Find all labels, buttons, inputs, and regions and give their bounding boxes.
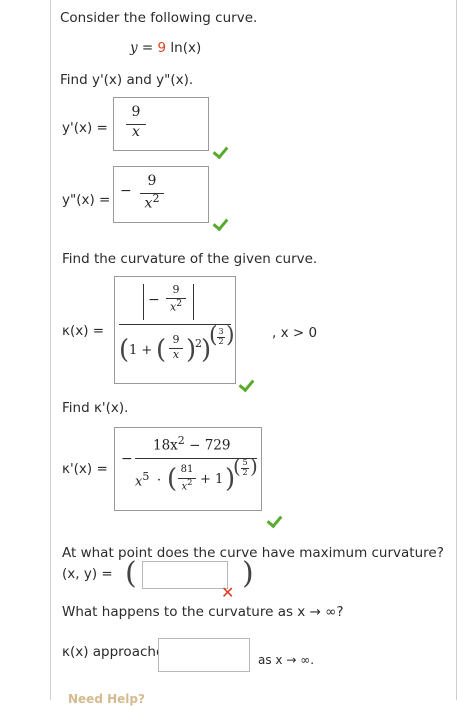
curve-function: ln(x) <box>166 40 202 56</box>
correct-check-icon <box>214 218 230 230</box>
y-double-prime-label: y"(x) = <box>62 192 111 208</box>
kappa-prime-label: κ'(x) = <box>62 461 108 477</box>
correct-check-icon <box>240 379 256 391</box>
y-double-prime-answer-box[interactable]: − 9 x2 <box>113 166 209 223</box>
kappa-label: κ(x) = <box>62 323 105 339</box>
kappa-answer-box[interactable]: − 9 x2 ( 1 + ( 9 x ) 2 ) ( 3 2 ) <box>114 276 236 384</box>
kappa-den-frac-den: x <box>172 348 180 361</box>
close-paren: ) <box>242 556 254 591</box>
y-prime-answer-box[interactable]: 9 x <box>113 97 209 151</box>
curve-coefficient: 9 <box>157 40 167 56</box>
kappa-prime-den-frac-num: 81 <box>180 464 194 475</box>
correct-check-icon <box>268 515 284 527</box>
infinity-prompt: What happens to the curvature as x → ∞? <box>62 604 344 620</box>
need-help-button[interactable]: Need Help? <box>68 692 145 706</box>
curvature-prompt: Find the curvature of the given curve. <box>62 251 318 267</box>
curve-lhs: y = <box>130 40 158 56</box>
curve-equation: y = 9 ln(x) <box>130 40 201 56</box>
kappa-num-exponent: 2 <box>176 298 183 309</box>
approach-input[interactable] <box>158 638 250 672</box>
point-label: (x, y) = <box>62 566 113 582</box>
open-paren: ( <box>125 556 137 591</box>
kappa-prime-num-term: 18x <box>153 437 178 454</box>
y-double-prime-numerator: 9 <box>147 173 157 189</box>
domain-note: , x > 0 <box>272 325 318 341</box>
y-prime-label: y'(x) = <box>62 120 108 136</box>
y-prime-numerator: 9 <box>131 104 141 120</box>
kappa-prime-den-plus: + 1 <box>200 472 224 487</box>
intro-text: Consider the following curve. <box>60 10 258 26</box>
approach-suffix: as x → ∞. <box>258 653 315 667</box>
kappa-prime-num-rest: − 729 <box>184 437 231 454</box>
approach-label: κ(x) approaches <box>62 644 172 660</box>
kappa-prime-den-dot: · <box>157 473 162 488</box>
y-prime-denominator: x <box>132 124 140 140</box>
kappa-prime-label-text: κ'(x) = <box>62 461 108 477</box>
kappa-prime-pow-den: 2 <box>242 468 248 477</box>
kappa-num-numerator: 9 <box>172 283 180 296</box>
kappa-prime-den-x-exp: 5 <box>142 470 150 483</box>
kappa-den-one: 1 + <box>129 343 153 358</box>
kappa-den-pow-den: 2 <box>218 337 224 346</box>
kappa-num-sign: − <box>148 292 160 308</box>
kappa-den-pow-num: 3 <box>218 327 224 336</box>
y-double-prime-sign: − <box>120 183 132 199</box>
kappa-prime-pow-num: 5 <box>242 458 248 467</box>
incorrect-x-icon: ✕ <box>221 583 235 602</box>
kappa-prime-numerator: 18x2 − 729 <box>153 434 230 454</box>
correct-check-icon <box>214 146 230 158</box>
kappa-prime-answer-box[interactable]: − 18x2 − 729 x5 · ( 81 x2 + 1 ) ( 5 2 ) <box>114 427 262 511</box>
kappa-den-frac-num: 9 <box>172 333 180 346</box>
kappa-prime-sign: − <box>121 451 133 467</box>
derivatives-prompt: Find y'(x) and y"(x). <box>60 72 194 88</box>
question-panel <box>50 0 457 700</box>
kappa-prime-prompt: Find κ'(x). <box>62 400 129 416</box>
kappa-prime-num-exp: 2 <box>177 434 185 447</box>
point-input[interactable] <box>142 561 228 589</box>
